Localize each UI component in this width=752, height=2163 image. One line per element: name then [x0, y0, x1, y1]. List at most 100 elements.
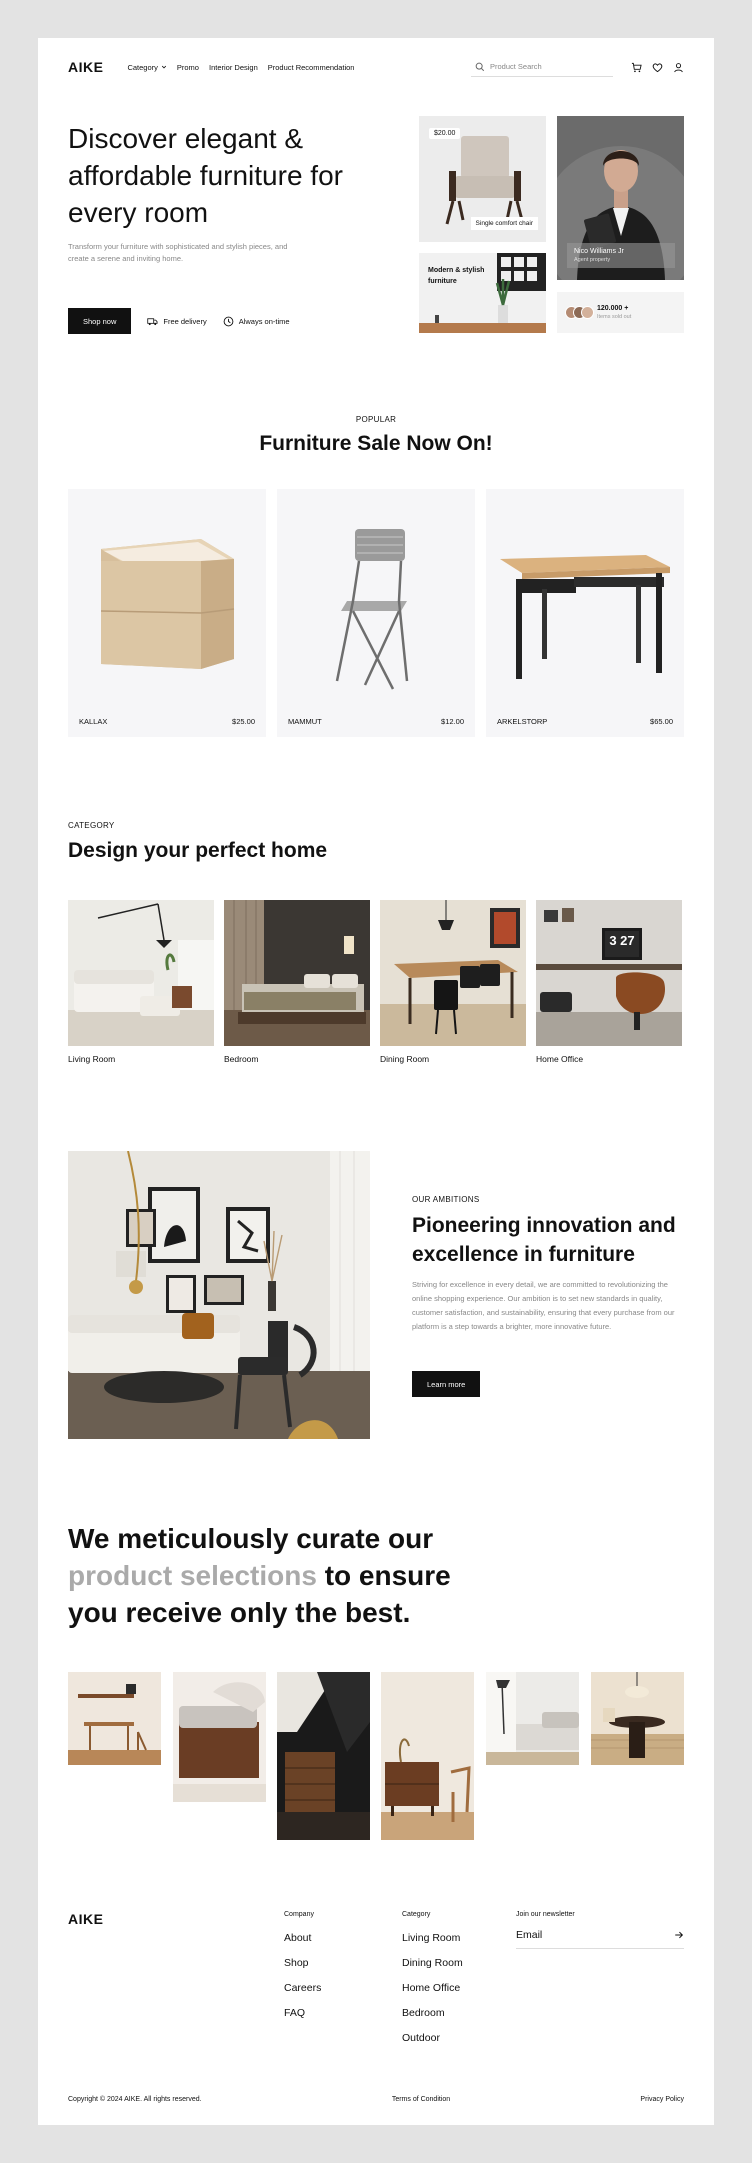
footer-link-shop[interactable]: Shop [284, 1957, 321, 1969]
top-nav: AIKE Category Promo Interior Design Prod… [68, 52, 684, 82]
desk-clock: 3 27 [609, 933, 635, 948]
product-price: $65.00 [650, 717, 673, 726]
main-menu: Category Promo Interior Design Product R… [127, 63, 354, 72]
product-price: $12.00 [441, 717, 464, 726]
hero-title: Discover elegant & affordable furniture … [68, 123, 343, 228]
free-delivery-feature: Free delivery [147, 316, 207, 327]
popular-title: Furniture Sale Now On! [259, 432, 493, 455]
footer-category-column: Category Living Room Dining Room Home Of… [402, 1911, 463, 2057]
hero-actions: Shop now Free delivery Always on-time [68, 308, 290, 334]
modern-room-image [419, 253, 546, 333]
popular-eyebrow: POPULAR [355, 415, 397, 424]
drawer-cabinet-image [100, 539, 235, 669]
agent-name: Nico Williams Jr [574, 248, 624, 255]
footer-company-heading: Company [284, 1911, 314, 1918]
footer-link-outdoor[interactable]: Outdoor [402, 2032, 463, 2044]
copyright: Copyright © 2024 AIKE. All rights reserv… [68, 2096, 202, 2103]
menu-category[interactable]: Category [127, 63, 166, 72]
category-living-room[interactable]: Living Room [68, 900, 214, 1064]
footer-link-careers[interactable]: Careers [284, 1982, 321, 1994]
folding-chair-image [335, 529, 409, 690]
gallery-tile [591, 1672, 684, 1765]
avatar [581, 306, 594, 319]
bedroom-image [224, 900, 370, 1046]
hero-agent-card[interactable]: Nico Williams Jr Agent property [557, 116, 684, 280]
footer-link-dining-room[interactable]: Dining Room [402, 1957, 463, 1969]
category-bedroom[interactable]: Bedroom [224, 900, 370, 1064]
category-dining-room[interactable]: Dining Room [380, 900, 526, 1064]
items-sold-label: Items sold out [597, 314, 632, 320]
footer-bottom-bar: Copyright © 2024 AIKE. All rights reserv… [68, 2096, 684, 2103]
customer-avatars [565, 306, 594, 319]
category-label: Dining Room [380, 1054, 430, 1064]
home-office-image: 3 27 [536, 900, 682, 1046]
cart-icon[interactable] [631, 62, 642, 73]
newsletter-placeholder: Email [516, 1929, 543, 1941]
menu-promo[interactable]: Promo [177, 63, 199, 72]
product-name: ARKELSTORP [497, 717, 548, 726]
hero-chair-card[interactable]: $20.00 Single comfort chair [419, 116, 546, 242]
ambitions-image [68, 1151, 370, 1439]
on-time-feature: Always on-time [223, 316, 290, 327]
terms-link[interactable]: Terms of Condition [392, 2096, 450, 2103]
product-name: MAMMUT [288, 717, 322, 726]
hero-stats-card: 120.000 + Items sold out [557, 292, 684, 333]
search-input[interactable]: Product Search [471, 57, 613, 77]
category-home-office[interactable]: 3 27 Home Office [536, 900, 682, 1064]
footer-link-bedroom[interactable]: Bedroom [402, 2007, 463, 2019]
learn-more-button[interactable]: Learn more [412, 1371, 481, 1397]
category-label: Living Room [68, 1054, 116, 1064]
product-card-kallax[interactable]: KALLAX $25.00 [68, 489, 266, 737]
gallery-tile [68, 1672, 161, 1765]
page: AIKE Category Promo Interior Design Prod… [38, 38, 714, 2125]
footer-link-living-room[interactable]: Living Room [402, 1932, 463, 1944]
category-label: Home Office [536, 1054, 584, 1064]
living-room-image [68, 900, 214, 1046]
hero-modern-card[interactable]: Modern & stylish furniture [419, 253, 546, 333]
curate-highlight: product selections [68, 1560, 317, 1591]
hero-subtitle: Transform your furniture with sophistica… [68, 242, 288, 263]
privacy-link[interactable]: Privacy Policy [640, 2096, 684, 2103]
product-card-mammut[interactable]: MAMMUT $12.00 [277, 489, 475, 737]
heart-icon[interactable] [652, 62, 663, 73]
newsletter-heading: Join our newsletter [516, 1911, 575, 1918]
agent-tag: Nico Williams Jr Agent property [567, 243, 675, 268]
items-sold-count: 120.000 + [597, 305, 629, 312]
category-label: Bedroom [224, 1054, 259, 1064]
menu-interior-design[interactable]: Interior Design [209, 63, 258, 72]
dining-room-image [380, 900, 526, 1046]
nav-icons [631, 62, 684, 73]
agent-role: Agent property [574, 257, 611, 263]
user-icon[interactable] [673, 62, 684, 73]
footer-link-home-office[interactable]: Home Office [402, 1982, 463, 1994]
category-title: Design your perfect home [68, 839, 328, 862]
arrow-right-icon[interactable] [674, 1930, 684, 1940]
desk-image [500, 555, 670, 679]
chair-label: Single comfort chair [470, 217, 538, 230]
footer-logo[interactable]: AIKE [68, 1911, 103, 1927]
shop-now-button[interactable]: Shop now [68, 308, 132, 334]
product-name: KALLAX [79, 717, 108, 726]
chevron-down-icon [161, 65, 166, 69]
gallery-tile [381, 1672, 474, 1840]
newsletter-email-field[interactable]: Email [516, 1929, 684, 1949]
product-card-arkelstorp[interactable]: ARKELSTORP $65.00 [486, 489, 684, 737]
gallery-tile [486, 1672, 579, 1765]
ambitions-title: Pioneering innovation and excellence in … [412, 1214, 676, 1266]
footer-link-faq[interactable]: FAQ [284, 2007, 321, 2019]
category-eyebrow: CATEGORY [68, 821, 115, 830]
menu-product-recommendation[interactable]: Product Recommendation [268, 63, 355, 72]
search-placeholder: Product Search [490, 62, 542, 71]
footer-category-heading: Category [402, 1911, 431, 1918]
newsletter: Join our newsletter Email [516, 1911, 684, 1949]
footer-link-about[interactable]: About [284, 1932, 321, 1944]
gallery-tile [173, 1672, 266, 1802]
product-price: $25.00 [232, 717, 255, 726]
logo[interactable]: AIKE [68, 59, 103, 75]
ambitions-eyebrow: OUR AMBITIONS [412, 1195, 480, 1204]
curate-heading: We meticulously curate our product selec… [68, 1523, 451, 1628]
clock-icon [223, 316, 234, 326]
ambitions-text: Striving for excellence in every detail,… [412, 1280, 675, 1331]
footer-company-column: Company About Shop Careers FAQ [284, 1911, 321, 2032]
truck-icon [147, 317, 158, 325]
